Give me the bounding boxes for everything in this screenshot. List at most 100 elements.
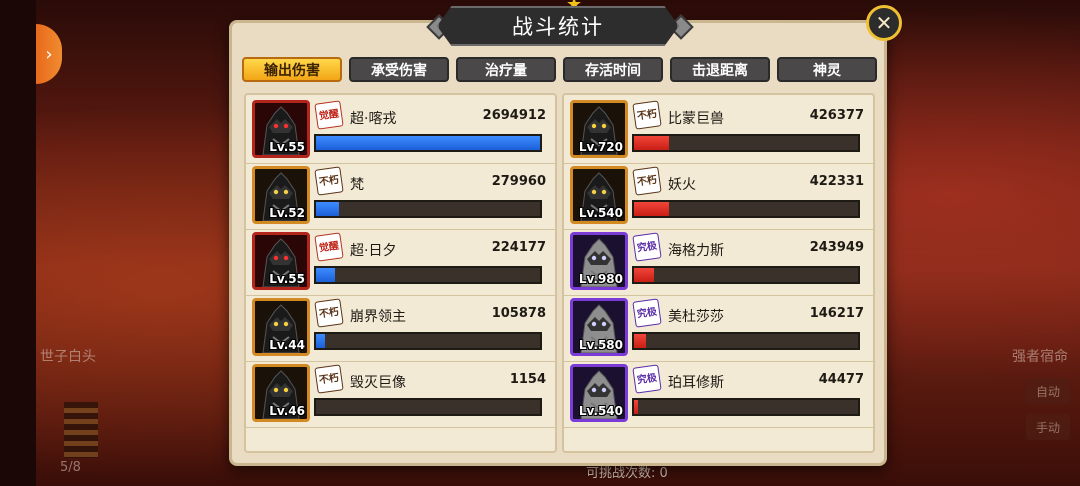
row-divider	[564, 427, 873, 428]
energy-count: 5/8	[60, 460, 81, 475]
unit-portrait[interactable]: Lv.980	[570, 232, 628, 290]
unit-name: 梵	[350, 177, 364, 193]
row-divider	[564, 361, 873, 362]
tab-label: 治疗量	[485, 62, 527, 79]
rank-badge-icon: 不朽	[632, 100, 662, 130]
unit-portrait[interactable]: Lv.44	[252, 298, 310, 356]
unit-portrait[interactable]: Lv.55	[252, 100, 310, 158]
tab-damage-dealt[interactable]: 输出伤害	[242, 57, 342, 82]
unit-name: 海格力斯	[668, 243, 724, 259]
rank-badge-icon: 究极	[632, 364, 662, 394]
tab-deity[interactable]: 神灵	[777, 57, 877, 82]
unit-damage-value: 243949	[809, 240, 864, 255]
damage-bar	[632, 266, 860, 284]
unit-level: Lv.44	[269, 338, 305, 352]
damage-bar-fill	[634, 202, 670, 216]
unit-level: Lv.540	[578, 206, 623, 220]
unit-portrait[interactable]: Lv.55	[252, 232, 310, 290]
tab-damage-taken[interactable]: 承受伤害	[349, 57, 449, 82]
unit-row[interactable]: Lv.52 不朽 梵 279960	[252, 166, 548, 226]
enemy-team-column: Lv.720 不朽 比蒙巨兽 426377 Lv.540 不朽 妖火 42233…	[562, 93, 875, 453]
unit-damage-value: 426377	[809, 108, 864, 123]
unit-damage-value: 422331	[809, 174, 864, 189]
damage-bar	[632, 200, 860, 218]
row-divider	[564, 295, 873, 296]
unit-row[interactable]: Lv.720 不朽 比蒙巨兽 426377	[570, 100, 866, 160]
unit-portrait[interactable]: Lv.540	[570, 364, 628, 422]
unit-portrait[interactable]: Lv.580	[570, 298, 628, 356]
unit-name: 珀耳修斯	[668, 375, 724, 391]
chevron-right-icon: ›	[45, 43, 53, 65]
damage-bar	[314, 332, 542, 350]
left-edge	[0, 0, 36, 486]
unit-row[interactable]: Lv.55 觉醒 超·日夕 224177	[252, 232, 548, 292]
tab-healing[interactable]: 治疗量	[456, 57, 556, 82]
unit-name: 妖火	[668, 177, 696, 193]
unit-level: Lv.52	[269, 206, 305, 220]
background-left-label: 世子白头	[40, 349, 96, 365]
unit-row[interactable]: Lv.44 不朽 崩界领主 105878	[252, 298, 548, 358]
unit-level: Lv.580	[578, 338, 623, 352]
unit-portrait[interactable]: Lv.46	[252, 364, 310, 422]
unit-damage-value: 1154	[509, 372, 546, 387]
tab-label: 承受伤害	[371, 62, 427, 79]
row-divider	[246, 229, 555, 230]
unit-row[interactable]: Lv.580 究极 美杜莎莎 146217	[570, 298, 866, 358]
rank-badge-icon: 觉醒	[314, 232, 344, 262]
rank-badge-icon: 不朽	[314, 298, 344, 328]
unit-level: Lv.720	[578, 140, 623, 154]
unit-row[interactable]: Lv.55 觉醒 超·喀戎 2694912	[252, 100, 548, 160]
unit-level: Lv.46	[269, 404, 305, 418]
damage-bar-fill	[316, 136, 540, 150]
damage-bar	[314, 266, 542, 284]
damage-bar-fill	[316, 334, 325, 348]
unit-name: 崩界领主	[350, 309, 406, 325]
unit-row[interactable]: Lv.540 不朽 妖火 422331	[570, 166, 866, 226]
damage-bar	[632, 398, 860, 416]
rank-badge-icon: 不朽	[632, 166, 662, 196]
manual-button[interactable]: 手动	[1026, 414, 1070, 440]
unit-portrait[interactable]: Lv.540	[570, 166, 628, 224]
panel-title: 战斗统计	[437, 6, 679, 46]
panel-title-text: 战斗统计	[512, 15, 604, 39]
damage-bar	[632, 332, 860, 350]
unit-row[interactable]: Lv.540 究极 珀耳修斯 44477	[570, 364, 866, 424]
unit-level: Lv.55	[269, 140, 305, 154]
unit-portrait[interactable]: Lv.52	[252, 166, 310, 224]
row-divider	[246, 295, 555, 296]
tab-label: 击退距离	[692, 62, 748, 79]
energy-gauge	[64, 402, 98, 458]
damage-bar-fill	[634, 334, 647, 348]
row-divider	[246, 163, 555, 164]
tab-label: 存活时间	[585, 62, 641, 79]
background-right-label: 强者宿命	[1012, 349, 1068, 365]
unit-damage-value: 279960	[491, 174, 546, 189]
unit-level: Lv.55	[269, 272, 305, 286]
unit-level: Lv.540	[578, 404, 623, 418]
unit-row[interactable]: Lv.980 究极 海格力斯 243949	[570, 232, 866, 292]
rank-badge-icon: 究极	[632, 232, 662, 262]
damage-bar	[314, 200, 542, 218]
unit-name: 美杜莎莎	[668, 309, 724, 325]
auto-button[interactable]: 自动	[1026, 378, 1070, 404]
rank-badge-icon: 不朽	[314, 166, 344, 196]
row-divider	[246, 361, 555, 362]
close-button[interactable]: ✕	[866, 5, 902, 41]
rank-badge-icon: 不朽	[314, 364, 344, 394]
tab-survival-time[interactable]: 存活时间	[563, 57, 663, 82]
damage-bar-fill	[316, 268, 335, 282]
tab-knockback[interactable]: 击退距离	[670, 57, 770, 82]
unit-row[interactable]: Lv.46 不朽 毁灭巨像 1154	[252, 364, 548, 424]
row-divider	[564, 163, 873, 164]
damage-bar-fill	[634, 268, 655, 282]
tab-label: 输出伤害	[264, 62, 320, 79]
damage-bar-fill	[316, 202, 340, 216]
close-icon: ✕	[875, 11, 893, 35]
damage-bar-fill	[634, 136, 670, 150]
rank-badge-icon: 觉醒	[314, 100, 344, 130]
unit-portrait[interactable]: Lv.720	[570, 100, 628, 158]
unit-damage-value: 105878	[491, 306, 546, 321]
row-divider	[564, 229, 873, 230]
unit-name: 超·喀戎	[350, 111, 397, 127]
unit-damage-value: 44477	[818, 372, 864, 387]
